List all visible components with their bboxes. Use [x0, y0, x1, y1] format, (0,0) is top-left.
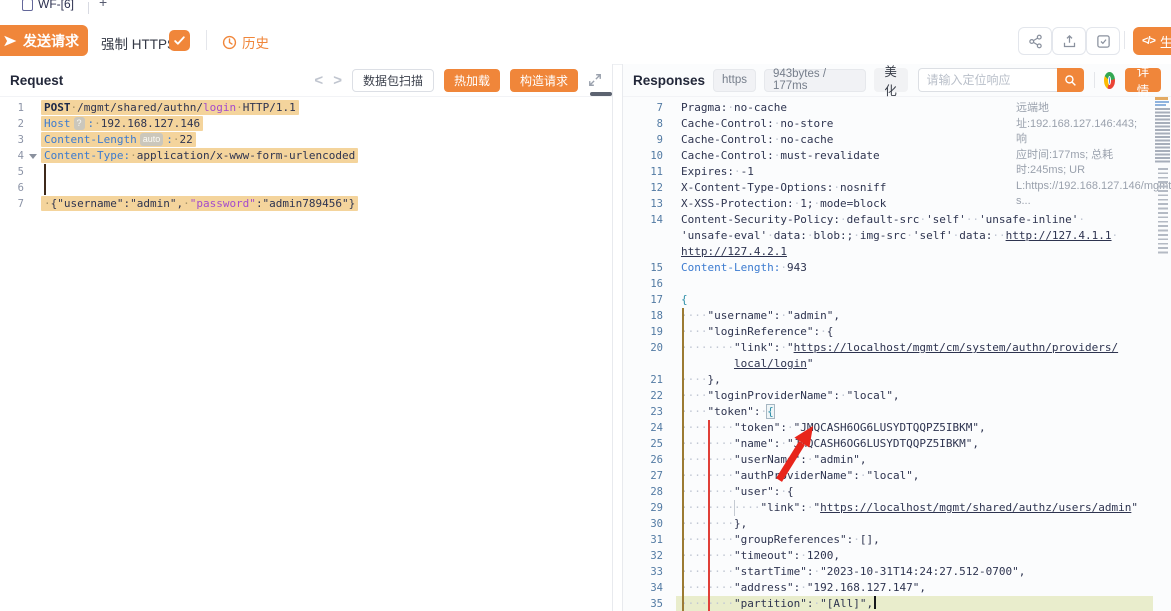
- hot-reload-button[interactable]: 热加载: [444, 69, 500, 92]
- history-button[interactable]: 历史: [222, 32, 269, 52]
- code-row: 2Host?:·192.168.127.146: [0, 116, 612, 132]
- indent-guide: [44, 164, 46, 195]
- code-row: 18····"username":·"admin",: [623, 308, 1171, 324]
- tab-bar: WF-[6] +: [0, 0, 1171, 16]
- search-button[interactable]: [1057, 68, 1084, 92]
- share-button[interactable]: [1018, 27, 1052, 55]
- indent-guide-level3: [734, 500, 735, 516]
- tab-separator: [88, 2, 89, 14]
- code-row: 21····},: [623, 372, 1171, 388]
- code-row: 20········"link":·"https://localhost/mgm…: [623, 340, 1171, 356]
- request-panel-header: Request < > 数据包扫描 热加载 构造请求: [0, 64, 612, 97]
- code-row: 26········"userName":·"admin",: [623, 452, 1171, 468]
- code-row: 30········},: [623, 516, 1171, 532]
- code-row: 'unsafe-eval'·data:·blob:;·img-src·'self…: [623, 228, 1171, 244]
- code-row: 34········"address":·"192.168.127.147",: [623, 580, 1171, 596]
- build-request-button[interactable]: 构造请求: [510, 69, 578, 92]
- code-row: 16: [623, 276, 1171, 292]
- history-next-button[interactable]: >: [333, 73, 342, 88]
- header-divider: [1094, 72, 1095, 88]
- indent-guide-level2: [708, 420, 710, 611]
- force-https-checkbox[interactable]: [169, 30, 190, 51]
- export-button[interactable]: [1052, 27, 1086, 55]
- generate-code-button[interactable]: </> 生成代码: [1133, 27, 1171, 55]
- code-row: local/login": [623, 356, 1171, 372]
- minimap-line: [1155, 97, 1168, 100]
- minimap-block: [1155, 108, 1170, 164]
- clock-icon: [222, 35, 237, 50]
- code-row: 6: [0, 180, 612, 196]
- edit-check-icon: [1096, 34, 1111, 49]
- search-icon: [1064, 74, 1077, 87]
- response-search: [918, 68, 1084, 92]
- expand-icon[interactable]: [588, 73, 602, 87]
- code-row: 32········"timeout":·1200,: [623, 548, 1171, 564]
- check-icon: [173, 34, 186, 47]
- code-row: 28········"user":·{: [623, 484, 1171, 500]
- send-icon: [3, 34, 17, 48]
- response-panel: Responses https 943bytes / 177ms 美化 详情 远…: [622, 64, 1171, 611]
- request-editor[interactable]: 1POST·/mgmt/shared/authn/login·HTTP/1.12…: [0, 96, 612, 611]
- code-row: 22····"loginProviderName":·"local",: [623, 388, 1171, 404]
- protocol-badge: https: [713, 69, 756, 92]
- code-row: 1POST·/mgmt/shared/authn/login·HTTP/1.1: [0, 100, 612, 116]
- tab-label: WF-[6]: [38, 0, 74, 11]
- code-row: 19····"loginReference":·{: [623, 324, 1171, 340]
- code-row: 3Content-Lengthauto:·22: [0, 132, 612, 148]
- red-annotation-arrow: [766, 418, 821, 486]
- request-code-rows: 1POST·/mgmt/shared/authn/login·HTTP/1.12…: [0, 96, 612, 212]
- minimap[interactable]: [1155, 97, 1170, 312]
- response-panel-header: Responses https 943bytes / 177ms 美化 详情: [623, 64, 1171, 97]
- document-icon: [22, 0, 33, 11]
- code-row: http://127.4.2.1: [623, 244, 1171, 260]
- code-row: 7·{"username":"admin",·"password":"admin…: [0, 196, 612, 212]
- new-tab-button[interactable]: +: [99, 0, 107, 10]
- info-line: 应时间:177ms; 总耗时:245ms; UR: [1016, 148, 1149, 179]
- code-row: 4Content-Type:·application/x-www-form-ur…: [0, 148, 612, 164]
- response-info-overlay: 远端地址:192.168.127.146:443; 响应时间:177ms; 总耗…: [1016, 101, 1149, 210]
- info-line: s...: [1016, 194, 1149, 210]
- search-input[interactable]: [918, 68, 1057, 92]
- code-row: 24········"token":·"JMQCASH6OG6LUSYDTQQP…: [623, 420, 1171, 436]
- tab-wf6[interactable]: WF-[6]: [22, 0, 74, 15]
- code-row: 29············"link":·"https://localhost…: [623, 500, 1171, 516]
- code-row: 27········"authProviderName":·"local",: [623, 468, 1171, 484]
- minimap-block: [1158, 168, 1168, 256]
- request-title: Request: [10, 73, 63, 88]
- toolbar-divider-2: [1124, 31, 1125, 49]
- toolbar: 发送请求 强制 HTTPS 历史 </> 生成代码: [0, 15, 1171, 65]
- code-row: 17{: [623, 292, 1171, 308]
- code-row: 15Content-Length:·943: [623, 260, 1171, 276]
- code-row: 33········"startTime":·"2023-10-31T14:24…: [623, 564, 1171, 580]
- code-row: 35········"partition":·"[All]",: [623, 596, 1171, 611]
- request-panel: Request < > 数据包扫描 热加载 构造请求 1POST·/mgmt/s…: [0, 64, 613, 611]
- code-row: 5: [0, 164, 612, 180]
- minimap-line: [1155, 104, 1166, 106]
- size-time-badge: 943bytes / 177ms: [764, 69, 866, 92]
- info-line: L:https://192.168.127.146/mgmt/: [1016, 179, 1149, 195]
- code-row: 23····"token":·{: [623, 404, 1171, 420]
- beautify-button[interactable]: 美化: [874, 68, 908, 92]
- history-prev-button[interactable]: <: [314, 73, 323, 88]
- export-icon: [1062, 34, 1077, 49]
- details-button[interactable]: 详情: [1125, 68, 1161, 92]
- code-icon: </>: [1142, 35, 1155, 47]
- chrome-icon[interactable]: [1104, 72, 1115, 89]
- toolbar-divider: [206, 30, 207, 50]
- response-editor[interactable]: 远端地址:192.168.127.146:443; 响应时间:177ms; 总耗…: [623, 96, 1171, 611]
- force-https-label: 强制 HTTPS: [101, 33, 176, 53]
- code-row: 14Content-Security-Policy:·default-src·'…: [623, 212, 1171, 228]
- packet-scan-button[interactable]: 数据包扫描: [352, 69, 434, 92]
- response-title: Responses: [633, 73, 705, 88]
- code-row: 31········"groupReferences":·[],: [623, 532, 1171, 548]
- info-line: 远端地址:192.168.127.146:443; 响: [1016, 101, 1149, 148]
- share-icon: [1028, 34, 1043, 49]
- indent-guide-level1: [682, 308, 684, 611]
- edit-button[interactable]: [1086, 27, 1120, 55]
- code-row: 25········"name":·"JMQCASH6OG6LUSYDTQQPZ…: [623, 436, 1171, 452]
- send-request-button[interactable]: 发送请求: [0, 25, 88, 56]
- minimap-line: [1155, 101, 1169, 103]
